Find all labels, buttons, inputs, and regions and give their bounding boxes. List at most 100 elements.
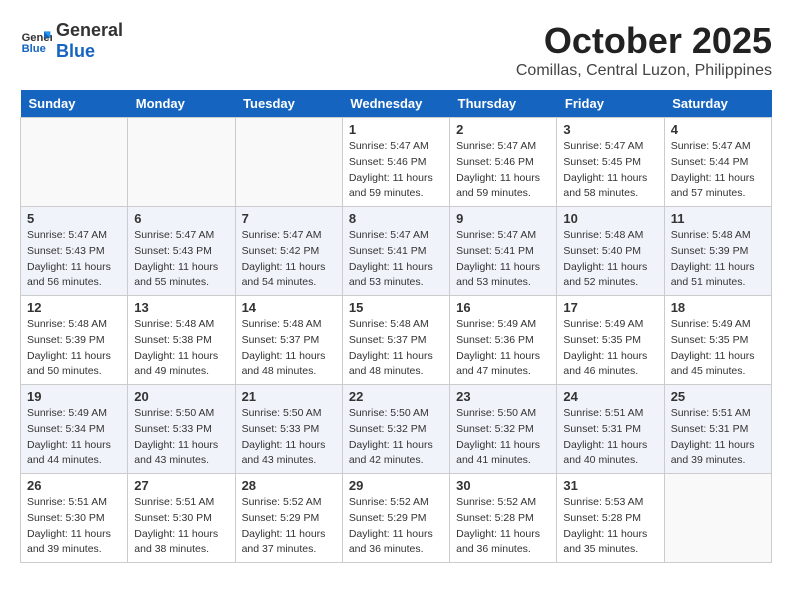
weekday-header-wednesday: Wednesday [342, 90, 449, 118]
day-info: Sunrise: 5:51 AM Sunset: 5:30 PM Dayligh… [27, 495, 121, 558]
logo-general: General [56, 20, 123, 41]
day-number: 25 [671, 389, 765, 404]
calendar-cell: 10 Sunrise: 5:48 AM Sunset: 5:40 PM Dayli… [557, 207, 664, 296]
week-row-1: 1Sunrise: 5:47 AM Sunset: 5:46 PM Daylig… [21, 118, 772, 207]
location-subtitle: Comillas, Central Luzon, Philippines [516, 62, 772, 80]
week-row-3: 12 Sunrise: 5:48 AM Sunset: 5:39 PM Dayli… [21, 296, 772, 385]
calendar-cell: 2 Sunrise: 5:47 AM Sunset: 5:46 PM Daylig… [450, 118, 557, 207]
day-number: 3 [563, 122, 657, 137]
day-number: 12 [27, 300, 121, 315]
day-info: Sunrise: 5:47 AM Sunset: 5:46 PM Dayligh… [349, 139, 443, 202]
day-number: 5 [27, 211, 121, 226]
day-info: Sunrise: 5:50 AM Sunset: 5:32 PM Dayligh… [349, 406, 443, 469]
day-info: Sunrise: 5:47 AM Sunset: 5:41 PM Dayligh… [349, 228, 443, 291]
day-info: Sunrise: 5:48 AM Sunset: 5:39 PM Dayligh… [671, 228, 765, 291]
day-number: 21 [242, 389, 336, 404]
calendar-cell: 13 Sunrise: 5:48 AM Sunset: 5:38 PM Dayli… [128, 296, 235, 385]
calendar-cell: 28Sunrise: 5:52 AM Sunset: 5:29 PM Dayli… [235, 474, 342, 563]
calendar-cell: 17Sunrise: 5:49 AM Sunset: 5:35 PM Dayli… [557, 296, 664, 385]
calendar-cell: 12 Sunrise: 5:48 AM Sunset: 5:39 PM Dayli… [21, 296, 128, 385]
day-number: 7 [242, 211, 336, 226]
week-row-4: 19Sunrise: 5:49 AM Sunset: 5:34 PM Dayli… [21, 385, 772, 474]
day-number: 29 [349, 478, 443, 493]
calendar-cell: 9Sunrise: 5:47 AM Sunset: 5:41 PM Daylig… [450, 207, 557, 296]
logo-icon: General Blue [20, 25, 52, 57]
day-number: 19 [27, 389, 121, 404]
day-number: 6 [134, 211, 228, 226]
calendar-cell [235, 118, 342, 207]
day-info: Sunrise: 5:49 AM Sunset: 5:35 PM Dayligh… [671, 317, 765, 380]
weekday-header-friday: Friday [557, 90, 664, 118]
svg-text:Blue: Blue [22, 43, 46, 55]
title-block: October 2025 Comillas, Central Luzon, Ph… [516, 20, 772, 80]
calendar-cell: 18 Sunrise: 5:49 AM Sunset: 5:35 PM Dayli… [664, 296, 771, 385]
week-row-2: 5 Sunrise: 5:47 AM Sunset: 5:43 PM Daylig… [21, 207, 772, 296]
calendar-cell: 19Sunrise: 5:49 AM Sunset: 5:34 PM Dayli… [21, 385, 128, 474]
logo: General Blue General Blue [20, 20, 123, 62]
day-info: Sunrise: 5:50 AM Sunset: 5:33 PM Dayligh… [242, 406, 336, 469]
day-number: 30 [456, 478, 550, 493]
month-title: October 2025 [516, 20, 772, 62]
day-info: Sunrise: 5:49 AM Sunset: 5:35 PM Dayligh… [563, 317, 657, 380]
day-number: 22 [349, 389, 443, 404]
calendar-cell: 14 Sunrise: 5:48 AM Sunset: 5:37 PM Dayli… [235, 296, 342, 385]
day-info: Sunrise: 5:48 AM Sunset: 5:39 PM Dayligh… [27, 317, 121, 380]
calendar-cell: 3Sunrise: 5:47 AM Sunset: 5:45 PM Daylig… [557, 118, 664, 207]
day-info: Sunrise: 5:48 AM Sunset: 5:37 PM Dayligh… [242, 317, 336, 380]
day-info: Sunrise: 5:47 AM Sunset: 5:43 PM Dayligh… [27, 228, 121, 291]
weekday-header-monday: Monday [128, 90, 235, 118]
day-info: Sunrise: 5:47 AM Sunset: 5:46 PM Dayligh… [456, 139, 550, 202]
calendar-cell: 21 Sunrise: 5:50 AM Sunset: 5:33 PM Dayli… [235, 385, 342, 474]
day-number: 31 [563, 478, 657, 493]
day-number: 18 [671, 300, 765, 315]
calendar-cell [128, 118, 235, 207]
day-info: Sunrise: 5:48 AM Sunset: 5:38 PM Dayligh… [134, 317, 228, 380]
calendar-cell: 1Sunrise: 5:47 AM Sunset: 5:46 PM Daylig… [342, 118, 449, 207]
day-number: 15 [349, 300, 443, 315]
calendar-cell: 6 Sunrise: 5:47 AM Sunset: 5:43 PM Daylig… [128, 207, 235, 296]
day-info: Sunrise: 5:49 AM Sunset: 5:36 PM Dayligh… [456, 317, 550, 380]
logo-blue: Blue [56, 41, 123, 62]
day-number: 11 [671, 211, 765, 226]
day-number: 26 [27, 478, 121, 493]
calendar-cell: 31 Sunrise: 5:53 AM Sunset: 5:28 PM Dayli… [557, 474, 664, 563]
day-number: 2 [456, 122, 550, 137]
calendar-cell: 8Sunrise: 5:47 AM Sunset: 5:41 PM Daylig… [342, 207, 449, 296]
calendar-cell: 4 Sunrise: 5:47 AM Sunset: 5:44 PM Daylig… [664, 118, 771, 207]
day-number: 13 [134, 300, 228, 315]
day-info: Sunrise: 5:52 AM Sunset: 5:28 PM Dayligh… [456, 495, 550, 558]
day-info: Sunrise: 5:53 AM Sunset: 5:28 PM Dayligh… [563, 495, 657, 558]
day-info: Sunrise: 5:51 AM Sunset: 5:30 PM Dayligh… [134, 495, 228, 558]
calendar-cell: 22 Sunrise: 5:50 AM Sunset: 5:32 PM Dayli… [342, 385, 449, 474]
weekday-header-sunday: Sunday [21, 90, 128, 118]
day-number: 10 [563, 211, 657, 226]
calendar-cell: 15 Sunrise: 5:48 AM Sunset: 5:37 PM Dayli… [342, 296, 449, 385]
day-number: 23 [456, 389, 550, 404]
day-number: 28 [242, 478, 336, 493]
day-number: 20 [134, 389, 228, 404]
calendar-cell: 26 Sunrise: 5:51 AM Sunset: 5:30 PM Dayli… [21, 474, 128, 563]
day-info: Sunrise: 5:47 AM Sunset: 5:44 PM Dayligh… [671, 139, 765, 202]
day-info: Sunrise: 5:48 AM Sunset: 5:37 PM Dayligh… [349, 317, 443, 380]
weekday-header-row: SundayMondayTuesdayWednesdayThursdayFrid… [21, 90, 772, 118]
day-info: Sunrise: 5:48 AM Sunset: 5:40 PM Dayligh… [563, 228, 657, 291]
day-number: 14 [242, 300, 336, 315]
weekday-header-thursday: Thursday [450, 90, 557, 118]
calendar-cell [21, 118, 128, 207]
calendar-cell: 27Sunrise: 5:51 AM Sunset: 5:30 PM Dayli… [128, 474, 235, 563]
day-info: Sunrise: 5:51 AM Sunset: 5:31 PM Dayligh… [671, 406, 765, 469]
calendar-cell: 23 Sunrise: 5:50 AM Sunset: 5:32 PM Dayli… [450, 385, 557, 474]
day-number: 16 [456, 300, 550, 315]
calendar-cell: 7Sunrise: 5:47 AM Sunset: 5:42 PM Daylig… [235, 207, 342, 296]
day-info: Sunrise: 5:52 AM Sunset: 5:29 PM Dayligh… [349, 495, 443, 558]
day-info: Sunrise: 5:51 AM Sunset: 5:31 PM Dayligh… [563, 406, 657, 469]
calendar-cell: 30 Sunrise: 5:52 AM Sunset: 5:28 PM Dayli… [450, 474, 557, 563]
calendar-cell: 25 Sunrise: 5:51 AM Sunset: 5:31 PM Dayli… [664, 385, 771, 474]
day-info: Sunrise: 5:50 AM Sunset: 5:32 PM Dayligh… [456, 406, 550, 469]
weekday-header-saturday: Saturday [664, 90, 771, 118]
calendar-table: SundayMondayTuesdayWednesdayThursdayFrid… [20, 90, 772, 563]
day-info: Sunrise: 5:47 AM Sunset: 5:41 PM Dayligh… [456, 228, 550, 291]
calendar-cell: 16 Sunrise: 5:49 AM Sunset: 5:36 PM Dayli… [450, 296, 557, 385]
day-number: 4 [671, 122, 765, 137]
day-info: Sunrise: 5:47 AM Sunset: 5:43 PM Dayligh… [134, 228, 228, 291]
